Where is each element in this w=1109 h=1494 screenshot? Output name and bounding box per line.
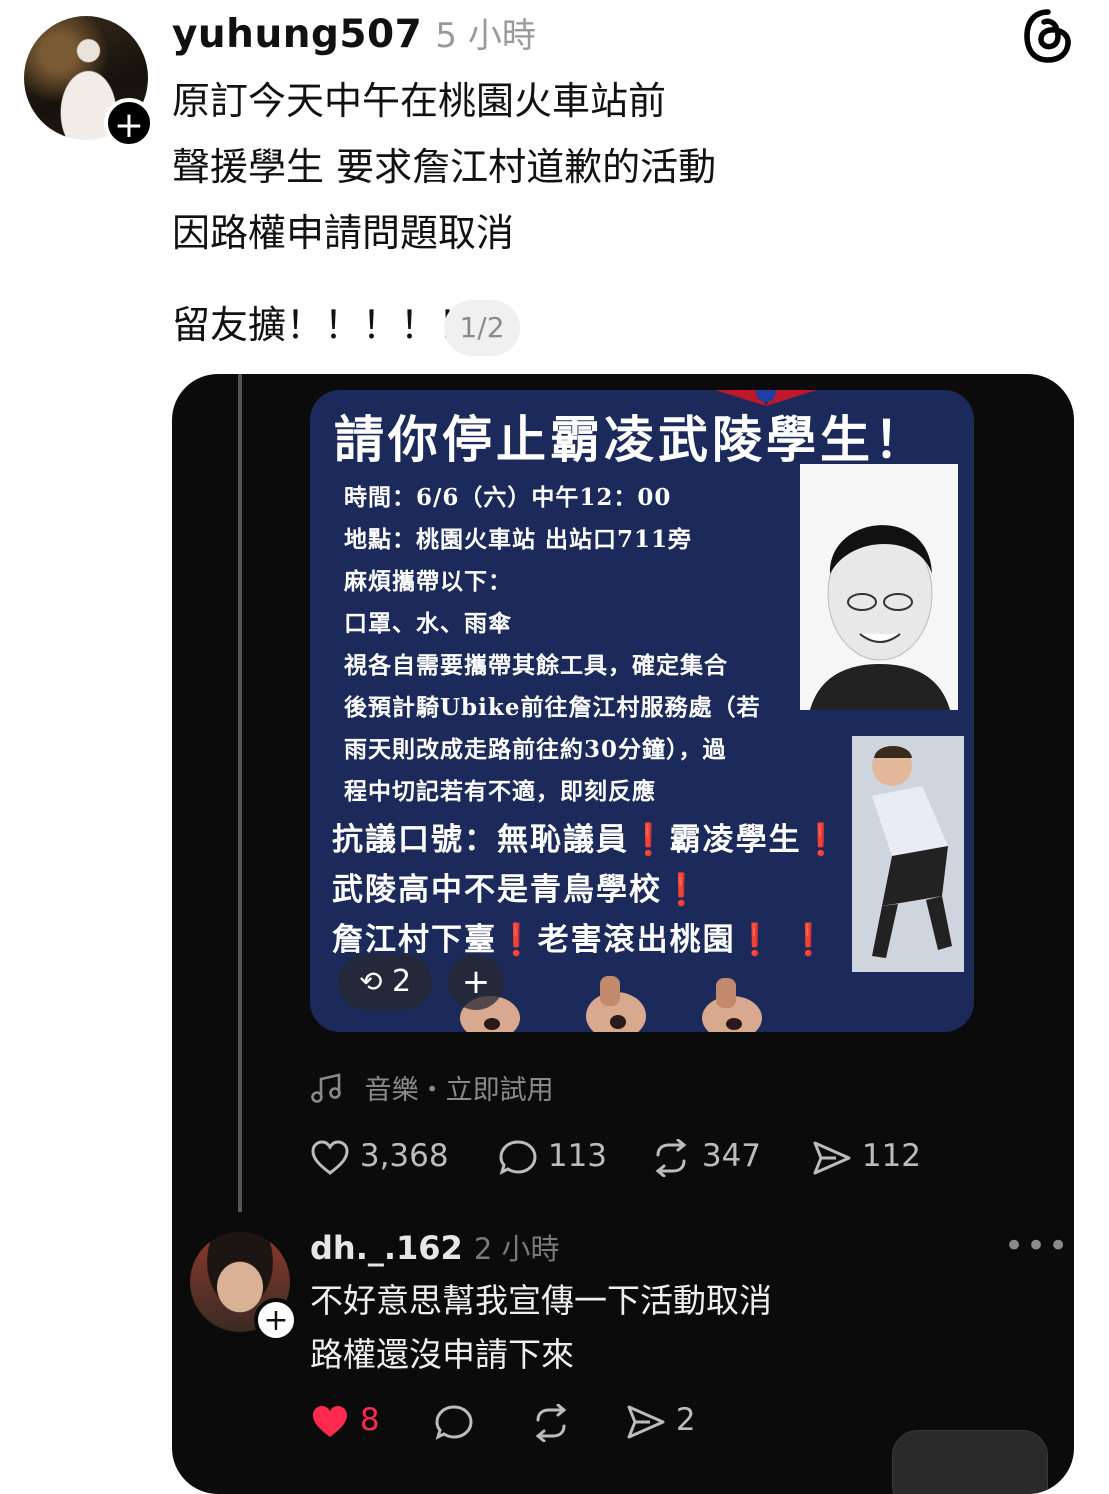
reply-time: 2 小時	[473, 1232, 560, 1266]
reply-username[interactable]: dh._.162	[310, 1229, 463, 1267]
poster-title: 請你停止霸凌武陵學生！	[334, 410, 928, 469]
music-label: 音樂・立即試用	[364, 1075, 554, 1106]
music-note-icon	[311, 1072, 341, 1103]
poster-line: 地點：桃園火車站 出站口711旁	[344, 526, 693, 553]
poster-line: 口罩、水、雨傘	[344, 610, 512, 637]
like-count: 3,368	[359, 1138, 449, 1174]
heart-filled-icon	[313, 1405, 347, 1437]
follow-plus-icon[interactable]: +	[104, 98, 154, 148]
comment-icon	[499, 1139, 537, 1175]
poster-repost-button[interactable]: ⟲ 2	[338, 954, 432, 1010]
send-icon	[813, 1141, 851, 1174]
share-button[interactable]: 112	[812, 1138, 921, 1177]
protest-poster[interactable]: 請你停止霸凌武陵學生！ 時間：6/6（六）中午12：00 地點：桃園火車站 出站…	[310, 390, 974, 1032]
reply-body: 不好意思幫我宣傳一下活動取消 路權還沒申請下來	[310, 1274, 772, 1382]
poster-repost-count: 2	[391, 964, 412, 999]
exclamation-icon: ❗	[801, 822, 843, 858]
thread-line	[238, 374, 242, 1212]
post-line: 原訂今天中午在桃園火車站前	[172, 79, 667, 123]
reply-header: dh._.162 2 小時	[310, 1226, 560, 1268]
poster-line: 視各自需要攜帶其餘工具，確定集合	[344, 652, 728, 679]
music-row[interactable]: 音樂・立即試用	[310, 1068, 554, 1107]
heart-icon	[311, 1139, 349, 1175]
reply-line: 不好意思幫我宣傳一下活動取消	[310, 1281, 772, 1320]
repost-button[interactable]: 347	[650, 1138, 761, 1177]
poster-line: 麻煩攜帶以下：	[344, 568, 512, 595]
post-line: 聲援學生 要求詹江村道歉的活動	[172, 145, 717, 189]
poster-line: 後預計騎Ubike前往詹江村服務處（若	[344, 694, 761, 721]
reply-like-count: 8	[359, 1402, 380, 1438]
send-icon	[627, 1405, 665, 1438]
plus-icon[interactable]: +	[448, 954, 504, 1010]
post-username[interactable]: yuhung507	[172, 12, 422, 57]
reply-share-count: 2	[675, 1402, 696, 1438]
floating-compose-button[interactable]	[892, 1430, 1048, 1494]
slogan-text: 抗議口號：無恥議員	[332, 822, 629, 858]
video-still-photo	[852, 736, 964, 972]
reply-share-button[interactable]: 2	[626, 1402, 696, 1441]
reply-comment-icon[interactable]	[434, 1404, 474, 1442]
slogan-text: 武陵高中不是青鳥學校	[332, 872, 662, 908]
exclamation-icon: ❗ ❗	[735, 922, 830, 958]
post-time: 5 小時	[435, 16, 536, 56]
repost-icon: ⟲	[358, 965, 383, 998]
slogan-text: 詹江村下臺	[332, 922, 497, 958]
exclamation-icon: ❗	[662, 872, 703, 908]
post-header: yuhung507 5 小時	[172, 8, 536, 57]
image-counter: 1/2	[444, 300, 520, 356]
reply-like-button[interactable]: 8	[310, 1402, 380, 1441]
repost-count: 347	[701, 1138, 762, 1174]
reply-repost-icon[interactable]	[530, 1404, 572, 1442]
post-closing: 留友擴！！！！！	[172, 303, 477, 347]
exclamation-icon: ❗	[629, 822, 670, 858]
repost-icon	[655, 1138, 687, 1177]
poster-slogan: 武陵高中不是青鳥學校❗	[332, 864, 703, 909]
poster-slogan: 詹江村下臺❗老害滾出桃園❗ ❗	[332, 914, 830, 959]
share-count: 112	[861, 1138, 922, 1174]
comment-count: 113	[547, 1138, 608, 1174]
slogan-text: 霸凌學生	[669, 822, 802, 858]
more-options-icon[interactable]: •••	[1004, 1226, 1070, 1266]
poster-line: 雨天則改成走路前往約30分鐘），過	[344, 736, 727, 763]
embedded-screenshot[interactable]: 請你停止霸凌武陵學生！ 時間：6/6（六）中午12：00 地點：桃園火車站 出站…	[172, 374, 1074, 1494]
reply-follow-plus-icon[interactable]: +	[254, 1298, 298, 1342]
poster-line: 時間：6/6（六）中午12：00	[344, 484, 672, 511]
post-body: 原訂今天中午在桃園火車站前 聲援學生 要求詹江村道歉的活動 因路權申請問題取消	[172, 68, 716, 266]
poster-line: 程中切記若有不適，即刻反應	[344, 778, 656, 805]
like-button[interactable]: 3,368	[310, 1138, 449, 1177]
threads-logo-icon[interactable]	[1022, 8, 1074, 64]
post-line: 因路權申請問題取消	[172, 211, 515, 255]
exclamation-icon: ❗	[497, 922, 538, 958]
comment-button[interactable]: 113	[498, 1138, 607, 1177]
reply-line: 路權還沒申請下來	[310, 1335, 574, 1374]
politician-photo	[800, 464, 958, 710]
slogan-text: 老害滾出桃園	[537, 922, 736, 958]
poster-slogan: 抗議口號：無恥議員❗霸凌學生❗	[332, 814, 842, 859]
